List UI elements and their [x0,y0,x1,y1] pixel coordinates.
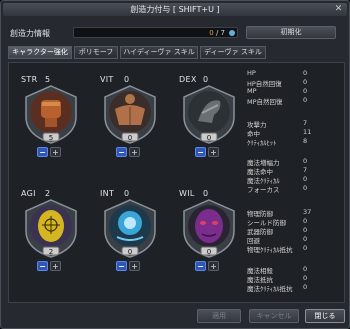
tab-daeva-skill[interactable]: ディーヴァ スキル [200,46,266,59]
attribute-slot-str: STR 5 5 − + [15,67,89,179]
decrease-wil-button[interactable]: − [195,261,206,271]
stat-value: 8 [303,137,308,145]
stat-row: 魔法ｸﾘﾃｨｶﾙ 0 [247,175,341,185]
attribute-level: 0 [128,134,132,142]
increase-vit-button[interactable]: + [129,147,140,157]
stat-value: 0 [303,283,308,291]
increase-wil-button[interactable]: + [208,261,219,271]
stat-row: 命中 11 [247,128,341,138]
creativity-info-bar: 創造力情報 0 / 7 初期化 [8,26,345,39]
creativity-points-gauge: 0 / 7 [73,27,238,38]
stat-label: HP [247,69,256,77]
cancel-button[interactable]: キャンセル [249,309,299,323]
stat-value: 0 [303,157,308,165]
stat-row: HP 0 [247,69,341,78]
stat-value: 7 [303,119,308,127]
stat-value: 0 [303,69,308,77]
tab-character-enhance[interactable]: キャラクター強化 [8,46,72,59]
points-separator: / [213,29,221,37]
stat-value: 0 [303,226,308,234]
stat-label: MP [247,87,257,95]
stat-row: 魔法相殺 0 [247,265,341,275]
stat-value: 7 [303,166,308,174]
attribute-slot-agi: AGI 2 2 − + [15,181,89,293]
attribute-level: 5 [49,134,53,142]
stat-value: 0 [303,184,308,192]
fist-icon[interactable]: 5 [20,83,82,145]
stat-value: 0 [303,217,308,225]
tab-high-daeva-skill[interactable]: ハイディーヴァ スキル [120,46,198,59]
stat-value: 11 [303,128,312,136]
attribute-level: 2 [49,248,53,256]
stat-row: 回避 0 [247,235,341,245]
stat-row: MP自然回復 0 [247,96,341,106]
decrease-str-button[interactable]: − [37,147,48,157]
running-foot-icon[interactable]: 0 [178,83,240,145]
stat-value: 0 [303,274,308,282]
stat-row: 魔法命中 7 [247,166,341,176]
stat-row: MP 0 [247,87,341,96]
creativity-info-label: 創造力情報 [10,29,50,38]
stat-row: フォーカス 0 [247,184,341,194]
stat-row: 攻撃力 7 [247,119,341,129]
muscle-torso-icon[interactable]: 0 [99,83,161,145]
increase-int-button[interactable]: + [129,261,140,271]
glowing-head-icon[interactable]: 0 [99,197,161,259]
stat-label: 魔法ｸﾘﾃｨｶﾙ抵抗 [247,285,293,293]
stat-label: MP自然回復 [247,98,283,106]
increase-str-button[interactable]: + [50,147,61,157]
stat-row: シールド防御 0 [247,217,341,227]
reset-button[interactable]: 初期化 [246,26,336,39]
creativity-window: 創造力付与 [ SHIFT+U ] ✕ 創造力情報 0 / 7 初期化 キャラク… [0,0,350,329]
stat-value: 0 [303,87,308,95]
tab-polymorph[interactable]: ポリモーフ [74,46,118,59]
attribute-slot-int: INT 0 0 − + [94,181,168,293]
stat-row: 魔法増幅力 0 [247,157,341,167]
stat-value: 0 [303,235,308,243]
stat-value: 0 [303,78,308,86]
stat-value: 37 [303,208,312,216]
stat-row: 魔法ｸﾘﾃｨｶﾙ抵抗 0 [247,283,341,293]
stat-value: 0 [303,244,308,252]
stat-value: 0 [303,96,308,104]
attribute-slot-dex: DEX 0 0 − + [173,67,247,179]
stat-value: 0 [303,175,308,183]
increase-agi-button[interactable]: + [50,261,61,271]
stat-row: 物理ｸﾘﾃｨｶﾙ抵抗 0 [247,244,341,254]
title-bar[interactable]: 創造力付与 [ SHIFT+U ] ✕ [3,3,347,16]
decrease-vit-button[interactable]: − [116,147,127,157]
stat-row: 物理防御 37 [247,208,341,218]
apply-button[interactable]: 適用 [197,309,241,323]
points-total: 7 [220,29,225,37]
creativity-points-text: 0 / 7 [209,29,225,37]
target-mask-icon[interactable]: 2 [20,197,82,259]
decrease-int-button[interactable]: − [116,261,127,271]
stat-label: フォーカス [247,186,280,194]
footer-bar: 適用 キャンセル 閉じる [1,309,350,327]
window-title: 創造力付与 [ SHIFT+U ] [130,5,220,14]
close-icon[interactable]: ✕ [333,4,344,14]
stat-row: HP自然回復 0 [247,78,341,88]
attribute-slot-wil: WIL 0 0 − + [173,181,247,293]
stat-label: ｸﾘﾃｨｶﾙﾋｯﾄ [247,139,277,147]
purple-mask-icon[interactable]: 0 [178,197,240,259]
decrease-dex-button[interactable]: − [195,147,206,157]
points-indicator-icon [229,30,235,36]
decrease-agi-button[interactable]: − [37,261,48,271]
stat-label: 物理ｸﾘﾃｨｶﾙ抵抗 [247,246,293,254]
stat-row: 魔法抵抗 0 [247,274,341,284]
attribute-slot-vit: VIT 0 0 − + [94,67,168,179]
attribute-level: 0 [128,248,132,256]
stat-value: 0 [303,265,308,273]
close-button[interactable]: 閉じる [305,309,345,323]
increase-dex-button[interactable]: + [208,147,219,157]
stat-row: ｸﾘﾃｨｶﾙﾋｯﾄ 8 [247,137,341,147]
attribute-level: 0 [207,248,211,256]
stat-row: 武器防御 0 [247,226,341,236]
attribute-level: 0 [207,134,211,142]
